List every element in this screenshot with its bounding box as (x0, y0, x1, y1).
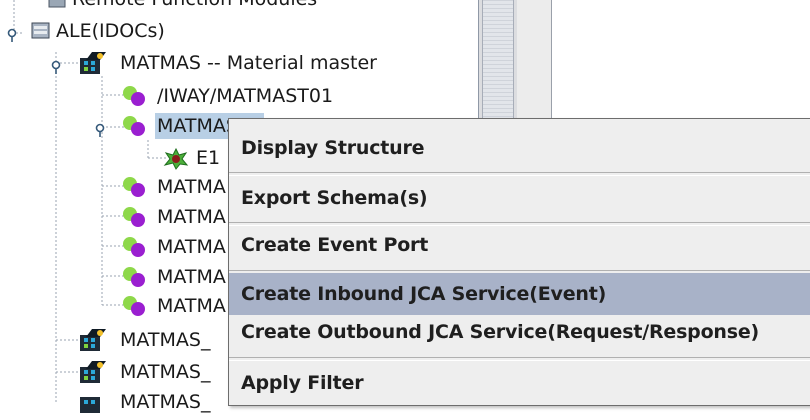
menu-separator (229, 357, 810, 361)
tree-node-label: MATMAS_ (120, 391, 211, 413)
segment-ball-icon (120, 294, 150, 323)
expand-toggle-icon[interactable] (94, 120, 112, 142)
ale-folder-icon (31, 21, 51, 46)
segment-star-icon (163, 147, 189, 175)
tree-node-label: MATMA (157, 295, 226, 317)
menu-item-apply-filter[interactable]: Apply Filter (229, 362, 810, 404)
idoc-type-icon (78, 327, 108, 358)
tree-node-label: MATMA (157, 206, 226, 228)
menu-item-display-structure[interactable]: Display Structure (229, 127, 810, 169)
idoc-type-icon (78, 359, 108, 390)
segment-ball-icon (120, 114, 150, 143)
segment-ball-icon (120, 205, 150, 234)
folder-stack-icon (48, 0, 66, 14)
segment-ball-icon (120, 175, 150, 204)
tree-node-label: MATMAS_ (120, 361, 211, 383)
tree-node-label: MATMAS_ (120, 329, 211, 351)
segment-ball-icon (120, 235, 150, 264)
menu-item-create-outbound-jca-service[interactable]: Create Outbound JCA Service(Request/Resp… (229, 311, 810, 353)
idoc-type-icon (78, 50, 108, 81)
expand-toggle-icon[interactable] (50, 57, 68, 79)
tree-node-label: /IWAY/MATMAST01 (157, 85, 334, 107)
menu-separator (229, 172, 810, 176)
tree-node-label: MATMA (157, 236, 226, 258)
idoc-type-icon (78, 389, 108, 420)
tree-node-label: E1 (196, 147, 221, 169)
tree-node-label: MATMA (157, 266, 226, 288)
menu-item-export-schemas[interactable]: Export Schema(s) (229, 177, 810, 219)
segment-ball-icon (120, 265, 150, 294)
tree-node-label: Remote Function Modules (72, 0, 317, 12)
tree-node-label: MATMA (157, 176, 226, 198)
context-menu: Display Structure Export Schema(s) Creat… (228, 118, 810, 406)
tree-node-label: MATMAS -- Material master (120, 52, 377, 74)
segment-ball-icon (120, 84, 150, 113)
menu-item-create-event-port[interactable]: Create Event Port (229, 224, 810, 266)
expand-toggle-icon[interactable] (6, 25, 24, 47)
menu-item-create-inbound-jca-service[interactable]: Create Inbound JCA Service(Event) (229, 273, 810, 315)
tree-node-label: ALE(IDOCs) (56, 20, 165, 42)
